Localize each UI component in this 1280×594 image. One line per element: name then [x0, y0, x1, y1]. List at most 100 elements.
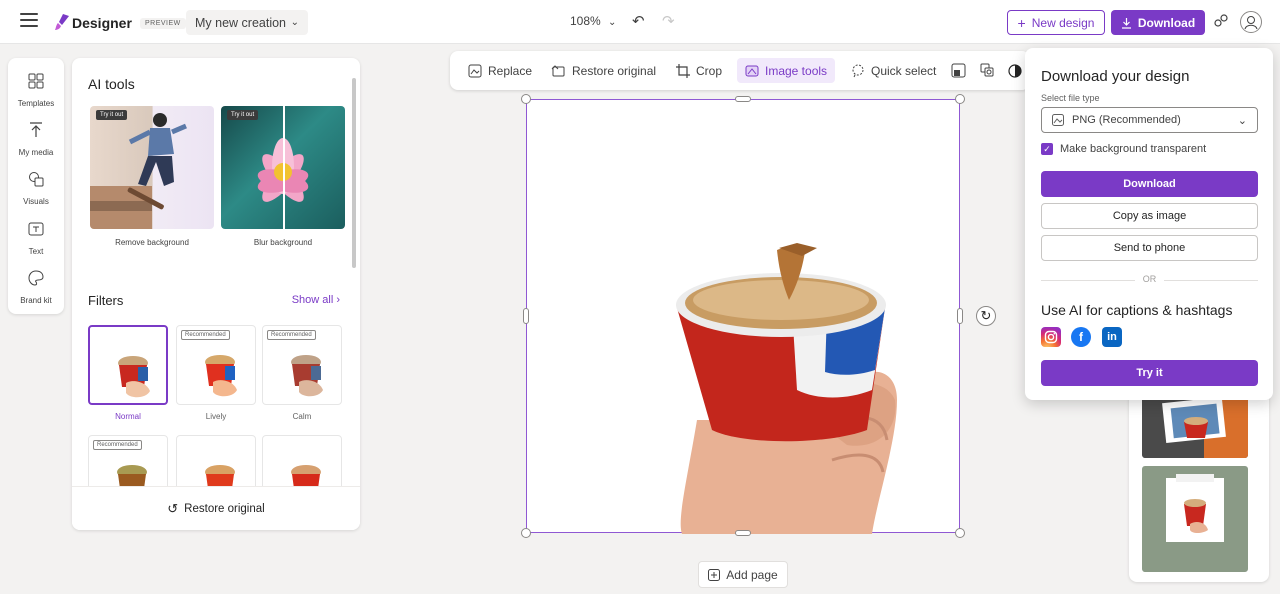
download-icon	[1121, 17, 1131, 29]
tool-label: Blur background	[253, 238, 313, 247]
panel-scrollbar[interactable]	[352, 78, 356, 268]
plus-icon: +	[1017, 14, 1026, 31]
chevron-down-icon: ⌄	[608, 17, 617, 28]
avatar[interactable]	[1240, 11, 1262, 33]
blur-background-card[interactable]: Try it out	[221, 106, 345, 229]
toolbar-label: Quick select	[871, 63, 937, 78]
resize-handle-bottom-left[interactable]	[521, 528, 531, 538]
resize-handle-top[interactable]	[735, 96, 751, 102]
undo-icon[interactable]: ↶	[632, 12, 645, 30]
resize-handle-bottom-right[interactable]	[955, 528, 965, 538]
filter-label: Calm	[292, 412, 312, 421]
rotate-icon[interactable]: ↻	[976, 306, 996, 326]
shapes-icon	[29, 172, 44, 187]
ai-tools-heading: AI tools	[88, 76, 135, 92]
rail-label: Brand kit	[20, 296, 52, 305]
download-popover: Download your design Select file type PN…	[1025, 48, 1273, 400]
suggestion-preview	[1162, 394, 1248, 458]
crop-button[interactable]: Crop	[668, 58, 730, 83]
rail-label: Visuals	[23, 197, 49, 206]
layers-icon	[980, 63, 994, 77]
image-tools-button[interactable]: Image tools	[737, 58, 836, 83]
upload-icon	[30, 122, 42, 137]
file-type-label: Select file type	[1041, 93, 1100, 103]
design-suggestion-2[interactable]	[1142, 466, 1248, 572]
suggestions-panel	[1129, 390, 1269, 582]
zoom-dropdown[interactable]: 108% ⌄	[570, 14, 616, 28]
design-suggestion-1[interactable]	[1142, 394, 1248, 458]
transparent-background-checkbox[interactable]: ✓	[1041, 143, 1053, 155]
design-canvas[interactable]	[526, 99, 961, 534]
rail-item-brand-kit[interactable]: Brand kit	[8, 269, 64, 306]
transparent-background-label: Make background transparent	[1060, 143, 1207, 155]
add-page-button[interactable]: Add page	[698, 561, 788, 588]
person-icon	[1244, 16, 1258, 30]
skater-image	[90, 113, 187, 229]
resize-handle-top-left[interactable]	[521, 94, 531, 104]
resize-handle-top-right[interactable]	[955, 94, 965, 104]
restore-original-button[interactable]: ↺ Restore original	[72, 486, 360, 530]
resize-handle-left[interactable]	[523, 308, 529, 324]
cutout-icon	[951, 63, 966, 78]
resize-handle-right[interactable]	[957, 308, 963, 324]
recommended-badge: Recommended	[93, 440, 142, 450]
download-label: Download	[1137, 15, 1196, 30]
restore-original-toolbar-button[interactable]: Restore original	[543, 58, 664, 83]
new-design-label: New design	[1031, 15, 1095, 30]
new-design-button[interactable]: + New design	[1007, 10, 1105, 35]
image-icon	[468, 64, 482, 77]
chevron-down-icon: ⌄	[290, 17, 299, 28]
rail-item-my-media[interactable]: My media	[8, 121, 64, 158]
menu-icon[interactable]	[20, 13, 38, 31]
send-to-phone-button[interactable]: Send to phone	[1041, 235, 1258, 261]
toolbar-label: Replace	[488, 63, 533, 78]
popover-title: Download your design	[1041, 68, 1190, 85]
tool-label: Remove background	[115, 238, 189, 247]
rail-item-visuals[interactable]: Visuals	[8, 170, 64, 207]
effects-tool[interactable]	[972, 58, 1003, 83]
preview-badge: PREVIEW	[140, 18, 186, 29]
cup-image[interactable]	[527, 100, 961, 534]
download-button[interactable]: Download	[1111, 10, 1205, 35]
cup-thumbnail	[118, 356, 150, 398]
redo-icon: ↷	[662, 13, 675, 30]
copy-as-image-button[interactable]: Copy as image	[1041, 203, 1258, 229]
rail-item-templates[interactable]: Templates	[8, 72, 64, 109]
popover-download-button[interactable]: Download	[1041, 171, 1258, 197]
file-type-value: PNG (Recommended)	[1072, 114, 1181, 126]
transparent-background-option: ✓ Make background transparent	[1041, 143, 1206, 155]
background-remove-tool[interactable]	[943, 58, 974, 83]
palette-icon	[28, 270, 44, 286]
filters-heading: Filters	[88, 293, 124, 308]
or-text: OR	[1142, 274, 1157, 284]
filter-calm[interactable]: Recommended	[262, 325, 342, 405]
quick-select-button[interactable]: Quick select	[843, 58, 944, 83]
remove-background-card[interactable]: Try it out	[90, 106, 214, 229]
ai-captions-title: Use AI for captions & hashtags	[1041, 302, 1233, 318]
file-type-select[interactable]: PNG (Recommended) ⌄	[1041, 107, 1258, 133]
show-all-link[interactable]: Show all ›	[292, 294, 340, 306]
add-page-label: Add page	[726, 567, 778, 582]
recommended-badge: Recommended	[181, 330, 230, 340]
instagram-icon[interactable]	[1041, 327, 1061, 347]
cup-thumbnail	[205, 355, 237, 397]
replace-button[interactable]: Replace	[460, 58, 540, 83]
filter-label: Normal	[115, 412, 141, 421]
try-it-button[interactable]: Try it	[1041, 360, 1258, 386]
document-title-dropdown[interactable]: My new creation ⌄	[186, 10, 308, 35]
facebook-icon[interactable]: f	[1071, 327, 1091, 347]
filter-normal[interactable]	[88, 325, 168, 405]
document-title: My new creation	[195, 15, 287, 30]
filter-lively[interactable]: Recommended	[176, 325, 256, 405]
templates-icon	[28, 73, 44, 89]
instagram-glyph	[1044, 330, 1058, 344]
show-all-label: Show all	[291, 294, 334, 306]
crop-icon	[676, 63, 690, 78]
restore-label: Restore original	[184, 502, 265, 515]
resize-handle-bottom[interactable]	[735, 530, 751, 536]
app-name: Designer	[72, 15, 132, 31]
linkedin-icon[interactable]: in	[1102, 327, 1122, 347]
rail-item-text[interactable]: Text	[8, 220, 64, 257]
toolbar-label: Crop	[696, 63, 723, 78]
share-icon[interactable]	[1213, 13, 1229, 29]
